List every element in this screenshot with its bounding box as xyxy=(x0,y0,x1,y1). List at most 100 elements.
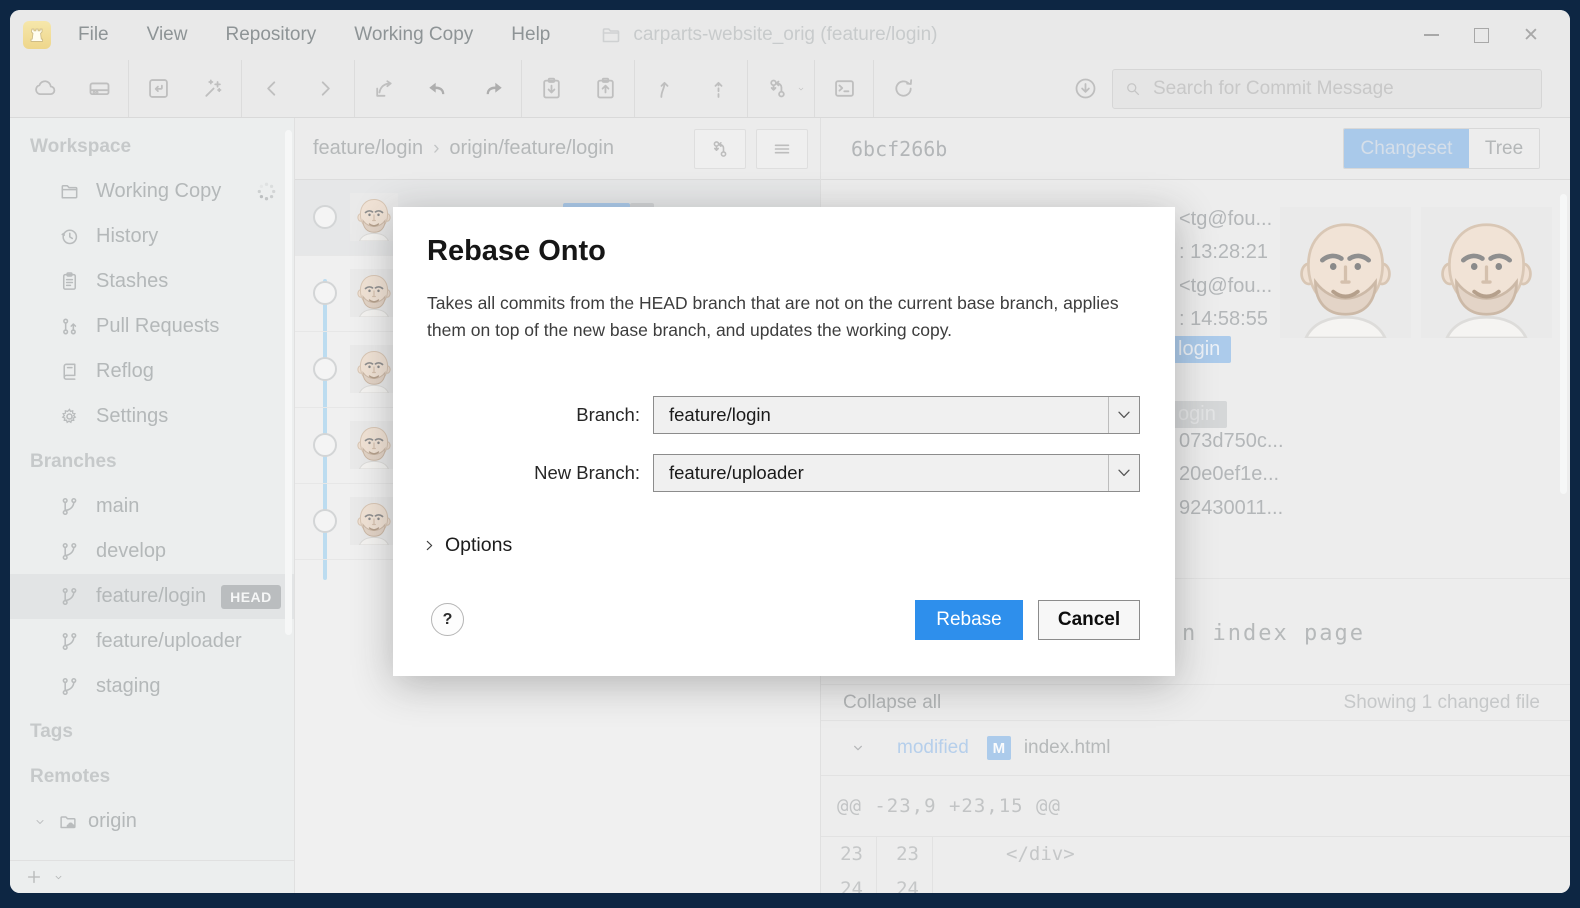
cloud-services-button[interactable] xyxy=(18,61,72,117)
sidebar-item-history[interactable]: History xyxy=(10,214,294,259)
branch-select[interactable]: feature/login xyxy=(653,396,1140,434)
branch-icon xyxy=(58,675,81,698)
rebase-button-toolbar[interactable] xyxy=(691,61,745,117)
avatar xyxy=(1280,207,1411,338)
repository-icon xyxy=(145,75,172,102)
collapse-all-button[interactable]: Collapse all xyxy=(843,692,941,714)
search-box[interactable] xyxy=(1112,69,1542,109)
section-branches: Branches xyxy=(10,439,294,484)
sidebar-item-working-copy[interactable]: Working Copy xyxy=(10,169,294,214)
sidebar-item-stashes[interactable]: Stashes xyxy=(10,259,294,304)
sidebar-item-branch-staging[interactable]: staging xyxy=(10,664,294,709)
titlebar: File View Repository Working Copy Help c… xyxy=(10,10,1570,60)
cloud-icon xyxy=(32,75,59,102)
options-expander[interactable]: Options xyxy=(423,534,512,557)
quick-actions-button[interactable] xyxy=(185,61,239,117)
maximize-button[interactable] xyxy=(1456,10,1506,60)
sidebar-item-settings[interactable]: Settings xyxy=(10,394,294,439)
menu-view[interactable]: View xyxy=(128,10,207,60)
tab-changeset[interactable]: Changeset xyxy=(1344,129,1469,168)
list-options-button[interactable] xyxy=(756,129,808,169)
breadcrumb-separator: › xyxy=(433,138,439,160)
breadcrumb-branch: feature/login xyxy=(313,137,423,160)
view-switcher: Changeset Tree xyxy=(1343,128,1540,169)
sidebar-item-label: Stashes xyxy=(96,270,168,293)
changed-files-bar: Collapse all Showing 1 changed file xyxy=(821,684,1570,721)
branch-badge: login xyxy=(1167,336,1231,363)
refresh-button[interactable] xyxy=(876,61,930,117)
tab-tree[interactable]: Tree xyxy=(1469,129,1539,168)
diff-code: </div> xyxy=(933,837,1075,872)
help-button[interactable]: ? xyxy=(431,603,464,636)
minimize-button[interactable] xyxy=(1406,10,1456,60)
local-repositories-button[interactable] xyxy=(72,61,126,117)
options-label: Options xyxy=(445,534,512,557)
terminal-button[interactable] xyxy=(817,61,871,117)
new-branch-select[interactable]: feature/uploader xyxy=(653,454,1140,492)
open-repository-button[interactable] xyxy=(131,61,185,117)
file-row[interactable]: modified M index.html xyxy=(821,721,1570,775)
chevron-down-icon[interactable] xyxy=(52,871,65,884)
sidebar-item-label: Settings xyxy=(96,405,168,428)
remote-branch-badge: ogin xyxy=(1167,401,1227,428)
chevron-down-icon xyxy=(1118,411,1130,419)
menu-file[interactable]: File xyxy=(59,10,128,60)
menu-repository[interactable]: Repository xyxy=(206,10,335,60)
diff-table: 23 23 </div> 24 24 xyxy=(821,836,1570,893)
close-button[interactable]: ✕ xyxy=(1506,10,1556,60)
sidebar-item-label: origin xyxy=(88,810,137,833)
sidebar-item-remote-origin[interactable]: origin xyxy=(10,799,294,844)
book-icon xyxy=(58,360,81,383)
avatar xyxy=(350,269,398,317)
parent-hash: 20e0ef1e... xyxy=(1179,463,1279,486)
forward-button[interactable] xyxy=(298,61,352,117)
new-branch-select-value: feature/uploader xyxy=(669,455,804,491)
details-header: 6bcf266b Changeset Tree xyxy=(821,118,1570,180)
search-input[interactable] xyxy=(1151,77,1531,101)
menubar: File View Repository Working Copy Help xyxy=(59,10,569,60)
merge-button[interactable] xyxy=(637,61,691,117)
download-circle-icon xyxy=(1072,75,1099,102)
modified-badge: M xyxy=(987,736,1011,760)
sidebar-item-branch-feature-uploader[interactable]: feature/uploader xyxy=(10,619,294,664)
branch-icon xyxy=(58,495,81,518)
drive-icon xyxy=(86,75,113,102)
redo-button[interactable] xyxy=(465,61,519,117)
compare-branches-button[interactable] xyxy=(694,129,746,169)
dialog-title: Rebase Onto xyxy=(427,235,606,268)
sidebar-item-branch-main[interactable]: main xyxy=(10,484,294,529)
stash-apply-button[interactable] xyxy=(578,61,632,117)
menu-help[interactable]: Help xyxy=(492,10,569,60)
sidebar-item-reflog[interactable]: Reflog xyxy=(10,349,294,394)
chevron-down-icon xyxy=(796,84,806,94)
redo-icon xyxy=(479,75,506,102)
fetch-button[interactable] xyxy=(1058,61,1112,117)
undo-button[interactable] xyxy=(411,61,465,117)
stash-save-button[interactable] xyxy=(524,61,578,117)
sidebar-scrollbar[interactable] xyxy=(285,130,292,635)
rebase-button[interactable]: Rebase xyxy=(915,600,1023,640)
menu-working-copy[interactable]: Working Copy xyxy=(335,10,492,60)
sidebar-item-branch-develop[interactable]: develop xyxy=(10,529,294,574)
sidebar-item-pull-requests[interactable]: Pull Requests xyxy=(10,304,294,349)
details-scrollbar[interactable] xyxy=(1560,194,1567,494)
sidebar-item-branch-feature-login[interactable]: feature/login HEAD xyxy=(10,574,294,619)
plus-icon[interactable] xyxy=(24,867,44,887)
chevron-down-icon xyxy=(849,739,867,757)
back-button[interactable] xyxy=(244,61,298,117)
branch-icon xyxy=(58,630,81,653)
dropdown-button[interactable] xyxy=(1108,397,1139,433)
avatar xyxy=(350,421,398,469)
cancel-button[interactable]: Cancel xyxy=(1038,600,1140,640)
file-status: modified xyxy=(897,737,969,759)
window-title: carparts-website_orig (feature/login) xyxy=(599,23,937,47)
chevron-right-icon xyxy=(423,539,436,552)
checkout-arrow-icon xyxy=(371,75,398,102)
refresh-icon xyxy=(890,75,917,102)
rebase-onto-dialog: Rebase Onto Takes all commits from the H… xyxy=(393,207,1175,676)
branch-label: Branch: xyxy=(427,395,640,435)
chevron-down-icon xyxy=(1118,469,1130,477)
checkout-button[interactable] xyxy=(357,61,411,117)
dropdown-button[interactable] xyxy=(1108,455,1139,491)
head-badge: HEAD xyxy=(221,585,281,609)
